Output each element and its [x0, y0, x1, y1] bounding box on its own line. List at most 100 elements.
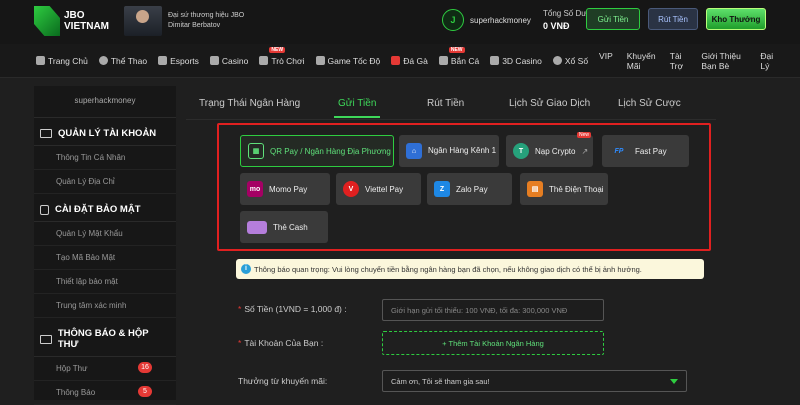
gamepad-icon	[158, 56, 168, 65]
slots-icon	[259, 56, 269, 65]
nav-item-casino[interactable]: Casino	[209, 56, 248, 66]
nav-item-esports[interactable]: Esports	[158, 56, 199, 66]
main-nav: Trang Chủ Thể Thao Esports Casino NEW Trò…	[0, 44, 800, 78]
qr-code-icon: ▦	[248, 143, 264, 159]
fish-icon	[438, 56, 448, 65]
tab-deposit[interactable]: Gửi Tiền	[333, 98, 381, 118]
sidebar-section-security[interactable]: CÀI ĐẶT BẢO MẬT	[34, 194, 176, 222]
promo-label: Thưởng từ khuyến mãi:	[238, 376, 328, 386]
logo-line1: JBO	[64, 10, 85, 21]
jbo-logo-icon	[34, 6, 60, 36]
payment-method-qr-pay[interactable]: ▦ QR Pay / Ngân Hàng Địa Phương	[240, 135, 394, 167]
tether-icon: T	[513, 143, 529, 159]
id-card-icon	[40, 129, 52, 138]
ambassador-banner[interactable]: Đại sứ thương hiệu JBO Dimitar Berbatov	[124, 6, 244, 36]
payment-method-fast-pay[interactable]: FP Fast Pay	[602, 135, 689, 167]
ambassador-photo	[124, 6, 162, 36]
header-deposit-button[interactable]: Gửi Tiền	[586, 8, 640, 30]
viettel-icon: V	[343, 181, 359, 197]
logo-line2: VIETNAM	[64, 21, 109, 32]
payment-method-cash-card[interactable]: Thẻ Cash	[240, 211, 328, 243]
info-icon: i	[241, 264, 251, 274]
external-link-icon: ↗	[581, 146, 589, 156]
cube-icon	[490, 56, 500, 65]
nav-item-games[interactable]: NEW Trò Chơi	[259, 46, 305, 66]
ambassador-line1: Đại sứ thương hiệu JBO	[168, 12, 245, 19]
payment-method-crypto[interactable]: New T Nạp Crypto ↗	[506, 132, 593, 167]
payment-method-momo[interactable]: mo Momo Pay	[240, 173, 330, 205]
nav-item-speed-games[interactable]: Game Tốc Độ	[315, 56, 380, 66]
sidebar-username: superhackmoney	[34, 86, 176, 118]
payment-method-phone-card[interactable]: ▤ Thẻ Điện Thoại	[520, 173, 608, 205]
new-badge: NEW	[448, 46, 465, 53]
payment-method-bank-channel-1[interactable]: ⌂ Ngân Hàng Kênh 1	[399, 135, 499, 167]
nav-item-fishing[interactable]: NEW Bắn Cá	[438, 46, 479, 66]
nav-item-home[interactable]: Trang Chủ	[36, 56, 88, 66]
nav-item-vip[interactable]: VIP	[599, 51, 613, 71]
user-profile[interactable]: J superhackmoney	[442, 9, 531, 31]
nav-item-sponsor[interactable]: Tài Trợ	[670, 51, 688, 71]
nav-item-agent[interactable]: Đại Lý	[760, 51, 776, 71]
balance-label: Tổng Số Dư	[543, 9, 587, 18]
sidebar-item-security-code[interactable]: Tạo Mã Bảo Mật	[34, 246, 176, 270]
user-name: superhackmoney	[470, 15, 531, 25]
new-badge: NEW	[269, 46, 286, 53]
sidebar-item-verification[interactable]: Trung tâm xác minh	[34, 294, 176, 318]
zalopay-icon: Z	[434, 181, 450, 197]
mail-icon	[40, 334, 52, 344]
nav-item-lottery[interactable]: Xổ Số	[552, 56, 588, 66]
sidebar-item-notifications[interactable]: Thông Báo 5	[34, 381, 176, 405]
ambassador-line2: Dimitar Berbatov	[168, 22, 221, 29]
bank-icon: ⌂	[406, 143, 422, 159]
sidebar-item-password[interactable]: Quản Lý Mật Khẩu	[34, 222, 176, 246]
sidebar-item-security-settings[interactable]: Thiết lập bảo mật	[34, 270, 176, 294]
lock-icon	[40, 204, 49, 215]
speed-icon	[315, 56, 325, 65]
nav-item-3d-casino[interactable]: 3D Casino	[490, 56, 542, 66]
user-avatar-icon: J	[442, 9, 464, 31]
soccer-ball-icon	[98, 56, 108, 65]
casino-icon	[209, 56, 219, 65]
rooster-icon	[391, 56, 401, 65]
sidebar-item-personal-info[interactable]: Thông Tin Cá Nhân	[34, 146, 176, 170]
account-sidebar: superhackmoney QUẢN LÝ TÀI KHOẢN Thông T…	[34, 86, 176, 405]
add-bank-account-button[interactable]: + Thêm Tài Khoản Ngân Hàng	[382, 331, 604, 355]
important-notice: i Thông báo quan trọng: Vui lòng chuyển …	[236, 259, 704, 279]
phone-card-icon: ▤	[527, 181, 543, 197]
nav-item-referral[interactable]: Giới Thiệu Bạn Bè	[701, 51, 746, 71]
tab-bank-status[interactable]: Trạng Thái Ngân Hàng	[199, 98, 300, 109]
balance-display: Tổng Số Dư 0 VNĐ	[543, 8, 587, 32]
home-icon	[36, 56, 45, 65]
tab-withdraw[interactable]: Rút Tiền	[427, 98, 464, 109]
chevron-down-icon	[670, 379, 678, 384]
jbo-logo[interactable]: JBO VIETNAM	[34, 6, 109, 36]
payment-method-zalo-pay[interactable]: Z Zalo Pay	[427, 173, 512, 205]
sidebar-section-account[interactable]: QUẢN LÝ TÀI KHOẢN	[34, 118, 176, 146]
momo-icon: mo	[247, 181, 263, 197]
notification-count-badge: 5	[138, 386, 152, 397]
payment-methods-panel: ▦ QR Pay / Ngân Hàng Địa Phương ⌂ Ngân H…	[217, 123, 711, 251]
sidebar-item-address[interactable]: Quản Lý Địa Chỉ	[34, 170, 176, 194]
main-content: Trạng Thái Ngân Hàng Gửi Tiền Rút Tiền L…	[186, 86, 716, 400]
tab-bar: Trạng Thái Ngân Hàng Gửi Tiền Rút Tiền L…	[186, 86, 716, 120]
fastpay-icon: FP	[614, 147, 624, 155]
tab-bet-history[interactable]: Lịch Sử Cược	[618, 98, 681, 109]
payment-method-viettel-pay[interactable]: V Viettel Pay	[336, 173, 421, 205]
sidebar-item-inbox[interactable]: Hộp Thư 16	[34, 357, 176, 381]
top-header: JBO VIETNAM Đại sứ thương hiệu JBO Dimit…	[0, 0, 800, 44]
amount-label: * Số Tiền (1VND = 1,000 đ) :	[238, 304, 347, 314]
lottery-icon	[552, 56, 562, 65]
nav-item-sports[interactable]: Thể Thao	[98, 56, 147, 66]
header-reward-button[interactable]: Kho Thưởng	[706, 8, 766, 30]
inbox-count-badge: 16	[138, 362, 152, 373]
amount-input[interactable]: Giới hạn gửi tối thiểu: 100 VNĐ, tối đa:…	[382, 299, 604, 321]
cash-card-icon	[247, 220, 267, 234]
nav-item-promotions[interactable]: Khuyến Mãi	[627, 51, 656, 71]
tab-transaction-history[interactable]: Lịch Sử Giao Dịch	[509, 98, 590, 109]
promo-select[interactable]: Cảm ơn, Tôi sẽ tham gia sau!	[382, 370, 687, 392]
nav-item-cockfight[interactable]: Đá Gà	[391, 56, 428, 66]
sidebar-section-messages[interactable]: THÔNG BÁO & HỘP THƯ	[34, 318, 176, 357]
balance-value: 0 VNĐ	[543, 21, 570, 31]
account-label: * Tài Khoản Của Bạn :	[238, 338, 324, 348]
header-withdraw-button[interactable]: Rút Tiền	[648, 8, 698, 30]
